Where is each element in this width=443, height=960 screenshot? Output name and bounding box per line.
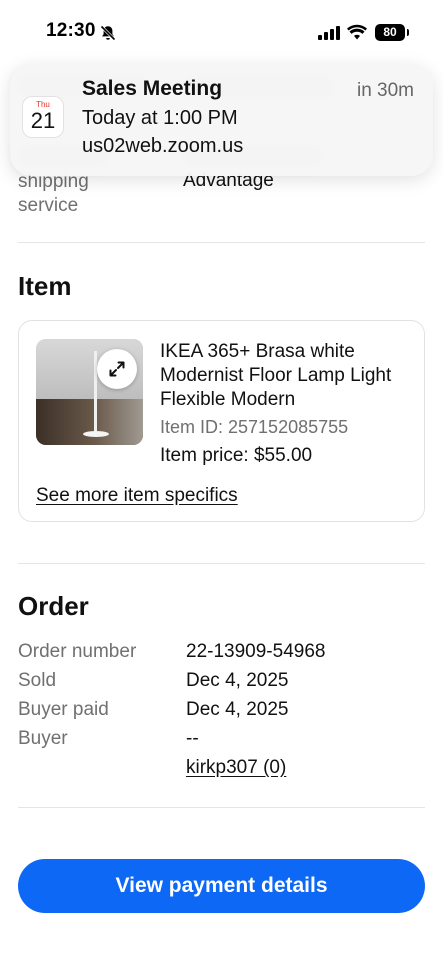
thumbnail-lamp-base (83, 431, 109, 437)
divider (18, 242, 425, 243)
bell-off-icon (100, 25, 116, 41)
expand-icon (109, 361, 125, 377)
order-number-label: Order number (18, 641, 137, 662)
thumbnail-floor (36, 399, 143, 445)
status-bar: 12:30 80 (0, 0, 443, 62)
sold-label: Sold (18, 670, 57, 691)
battery-icon: 80 (375, 24, 409, 41)
expand-image-button[interactable] (97, 349, 137, 389)
buyer-paid-label: Buyer paid (18, 699, 109, 720)
battery-level: 80 (383, 25, 397, 39)
calendar-icon: Thu 21 (23, 97, 63, 137)
sold-value: Dec 4, 2025 (186, 670, 289, 691)
notification-title: Sales Meeting (82, 77, 223, 100)
notification-time: in 30m (356, 80, 414, 101)
divider (18, 807, 425, 808)
calendar-icon-date: 21 (30, 108, 56, 133)
order-section-title: Order (18, 591, 89, 621)
item-price: Item price: $55.00 (160, 445, 313, 466)
buyer-value: -- (186, 728, 199, 749)
notification-body-location: us02web.zoom.us (82, 135, 244, 157)
buyer-username-link[interactable]: kirkp307 (0) (186, 757, 286, 779)
item-id: Item ID: 257152085755 (160, 417, 349, 437)
wifi-icon (347, 24, 367, 40)
item-card[interactable]: IKEA 365+ Brasa white Modernist Floor La… (18, 320, 425, 522)
status-time: 12:30 (46, 20, 96, 41)
notification-body-time: Today at 1:00 PM (82, 107, 238, 129)
divider (18, 563, 425, 564)
see-item-specifics-link[interactable]: See more item specifics (36, 485, 238, 507)
signal-icon (318, 26, 340, 40)
view-payment-details-button[interactable]: View payment details (18, 859, 425, 913)
item-section-title: Item (18, 271, 72, 301)
order-number-value: 22-13909-54968 (186, 641, 326, 662)
shipping-service-label: shipping service (18, 171, 89, 216)
item-title[interactable]: IKEA 365+ Brasa white Modernist Floor La… (160, 340, 410, 412)
buyer-label: Buyer (18, 728, 68, 749)
buyer-paid-value: Dec 4, 2025 (186, 699, 289, 720)
calendar-notification[interactable]: Thu 21 Sales Meeting in 30m Today at 1:0… (10, 64, 433, 176)
item-thumbnail[interactable] (36, 339, 143, 445)
